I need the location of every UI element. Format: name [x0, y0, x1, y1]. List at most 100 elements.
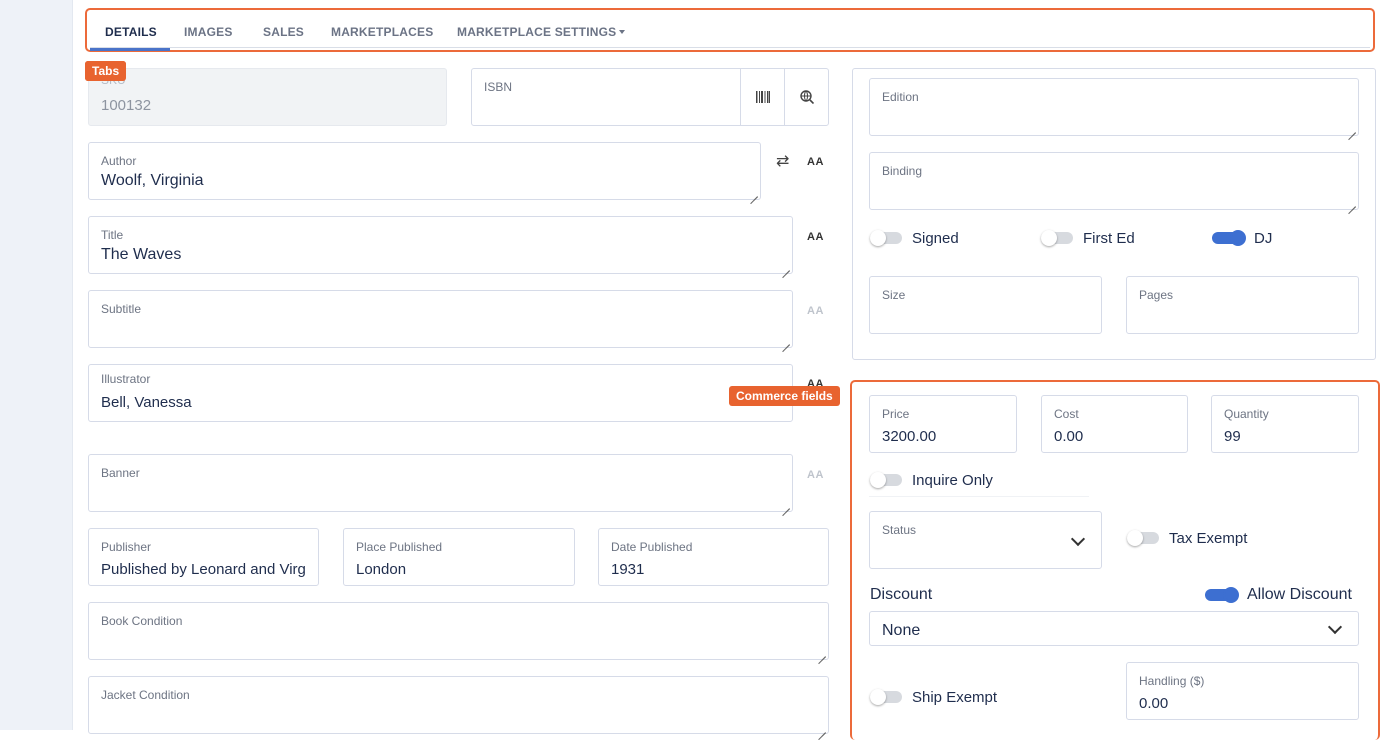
binding-label: Binding	[882, 164, 923, 178]
jacket-condition-field[interactable]: Jacket Condition	[88, 676, 829, 734]
size-field[interactable]: Size	[869, 276, 1102, 334]
dj-toggle[interactable]	[1212, 230, 1246, 246]
allow-discount-toggle[interactable]	[1205, 587, 1239, 603]
sku-field: SKU 100132	[88, 68, 447, 126]
illustrator-label: Illustrator	[101, 372, 151, 386]
price-value: 3200.00	[882, 428, 937, 445]
resize-handle-icon[interactable]	[1347, 198, 1356, 207]
allow-discount-label: Allow Discount	[1247, 586, 1352, 603]
cost-value: 0.00	[1054, 428, 1084, 445]
first-ed-toggle[interactable]	[1041, 230, 1075, 246]
price-field[interactable]: Price 3200.00	[869, 395, 1017, 453]
resize-handle-icon[interactable]	[781, 262, 790, 271]
globe-search-icon	[799, 90, 814, 104]
handling-value: 0.00	[1139, 695, 1169, 712]
handling-label: Handling ($)	[1139, 674, 1205, 688]
author-case-button[interactable]: AA	[807, 156, 824, 168]
quantity-field[interactable]: Quantity 99	[1211, 395, 1359, 453]
status-select[interactable]: Status	[869, 511, 1102, 569]
author-label: Author	[101, 154, 137, 168]
banner-label: Banner	[101, 466, 140, 480]
commerce-annotation-badge: Commerce fields	[729, 386, 840, 406]
date-published-value: 1931	[611, 561, 645, 578]
isbn-label: ISBN	[484, 80, 513, 94]
handling-field[interactable]: Handling ($) 0.00	[1126, 662, 1359, 720]
place-published-field[interactable]: Place Published London	[343, 528, 575, 586]
price-label: Price	[882, 407, 910, 421]
binding-field[interactable]: Binding	[869, 152, 1359, 210]
title-value: The Waves	[101, 246, 182, 263]
title-case-button[interactable]: AA	[807, 231, 824, 243]
date-published-field[interactable]: Date Published 1931	[598, 528, 829, 586]
inquire-only-toggle[interactable]	[870, 472, 904, 488]
caret-down-icon	[619, 29, 626, 34]
illustrator-value: Bell, Vanessa	[101, 394, 192, 411]
quantity-label: Quantity	[1224, 407, 1269, 421]
tab-marketplace-settings-label: MARKETPLACE SETTINGS	[457, 25, 617, 39]
tabs-bar: DETAILS IMAGES SALES MARKETPLACES MARKET…	[85, 8, 1375, 52]
dj-label: DJ	[1254, 230, 1273, 247]
swap-arrows-icon[interactable]: ⇄	[776, 151, 789, 171]
title-field[interactable]: Title The Waves	[88, 216, 793, 274]
tab-images[interactable]: IMAGES	[184, 25, 233, 39]
pages-label: Pages	[1139, 288, 1174, 302]
resize-handle-icon[interactable]	[1347, 124, 1356, 133]
author-field[interactable]: Author Woolf, Virginia	[88, 142, 761, 200]
isbn-field[interactable]: ISBN	[471, 68, 741, 126]
first-ed-label: First Ed	[1083, 230, 1135, 247]
chevron-down-icon	[1070, 531, 1086, 547]
resize-handle-icon[interactable]	[749, 188, 758, 197]
jacket-condition-label: Jacket Condition	[101, 688, 190, 702]
book-condition-field[interactable]: Book Condition	[88, 602, 829, 660]
illustrator-field[interactable]: Illustrator Bell, Vanessa	[88, 364, 793, 422]
pages-field[interactable]: Pages	[1126, 276, 1359, 334]
barcode-scan-button[interactable]	[740, 68, 785, 126]
tab-marketplaces[interactable]: MARKETPLACES	[331, 25, 433, 39]
resize-handle-icon[interactable]	[817, 724, 826, 733]
resize-handle-icon[interactable]	[781, 336, 790, 345]
edition-label: Edition	[882, 90, 919, 104]
barcode-icon	[755, 91, 770, 103]
publisher-value: Published by Leonard and Virginia Woolf	[101, 561, 306, 578]
edition-field[interactable]: Edition	[869, 78, 1359, 136]
author-value: Woolf, Virginia	[101, 172, 204, 189]
subtitle-field[interactable]: Subtitle	[88, 290, 793, 348]
place-published-label: Place Published	[356, 540, 443, 554]
tab-details[interactable]: DETAILS	[105, 25, 157, 39]
tabs-baseline	[90, 47, 1370, 48]
resize-handle-icon[interactable]	[817, 648, 826, 657]
banner-field[interactable]: Banner	[88, 454, 793, 512]
active-tab-indicator	[90, 48, 170, 51]
publisher-label: Publisher	[101, 540, 152, 554]
inquire-only-label: Inquire Only	[912, 472, 993, 489]
tax-exempt-toggle[interactable]	[1127, 530, 1161, 546]
isbn-lookup-button[interactable]	[784, 68, 829, 126]
banner-case-button[interactable]: AA	[807, 469, 824, 481]
cost-field[interactable]: Cost 0.00	[1041, 395, 1188, 453]
ship-exempt-toggle[interactable]	[870, 689, 904, 705]
book-condition-label: Book Condition	[101, 614, 183, 628]
signed-label: Signed	[912, 230, 959, 247]
sidebar-divider	[72, 0, 73, 730]
publisher-field[interactable]: Publisher Published by Leonard and Virgi…	[88, 528, 319, 586]
place-published-value: London	[356, 561, 407, 578]
status-label: Status	[882, 523, 917, 537]
discount-select[interactable]: None	[869, 611, 1359, 646]
size-label: Size	[882, 288, 906, 302]
discount-label: Discount	[870, 586, 933, 603]
title-label: Title	[101, 228, 124, 242]
subtitle-case-button[interactable]: AA	[807, 305, 824, 317]
tabs-annotation-badge-overlay: Tabs	[85, 61, 127, 81]
app-sidebar	[0, 0, 72, 730]
date-published-label: Date Published	[611, 540, 693, 554]
subtitle-label: Subtitle	[101, 302, 142, 316]
tax-exempt-label: Tax Exempt	[1169, 530, 1248, 547]
tab-sales[interactable]: SALES	[263, 25, 304, 39]
sku-value: 100132	[101, 97, 152, 114]
resize-handle-icon[interactable]	[781, 500, 790, 509]
quantity-value: 99	[1224, 428, 1241, 445]
divider	[869, 496, 1089, 497]
signed-toggle[interactable]	[870, 230, 904, 246]
tab-marketplace-settings[interactable]: MARKETPLACE SETTINGS	[457, 25, 626, 39]
ship-exempt-label: Ship Exempt	[912, 689, 998, 706]
